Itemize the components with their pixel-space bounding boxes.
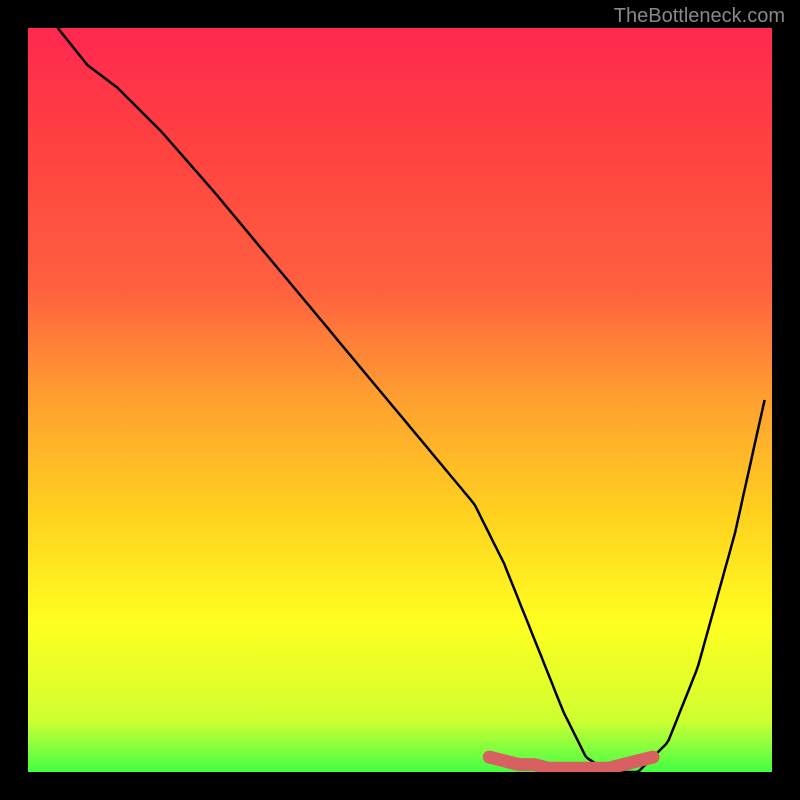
watermark-text: TheBottleneck.com — [614, 5, 785, 28]
plot-area — [28, 28, 772, 772]
chart-container: TheBottleneck.com — [0, 0, 800, 800]
chart-svg — [28, 28, 772, 772]
